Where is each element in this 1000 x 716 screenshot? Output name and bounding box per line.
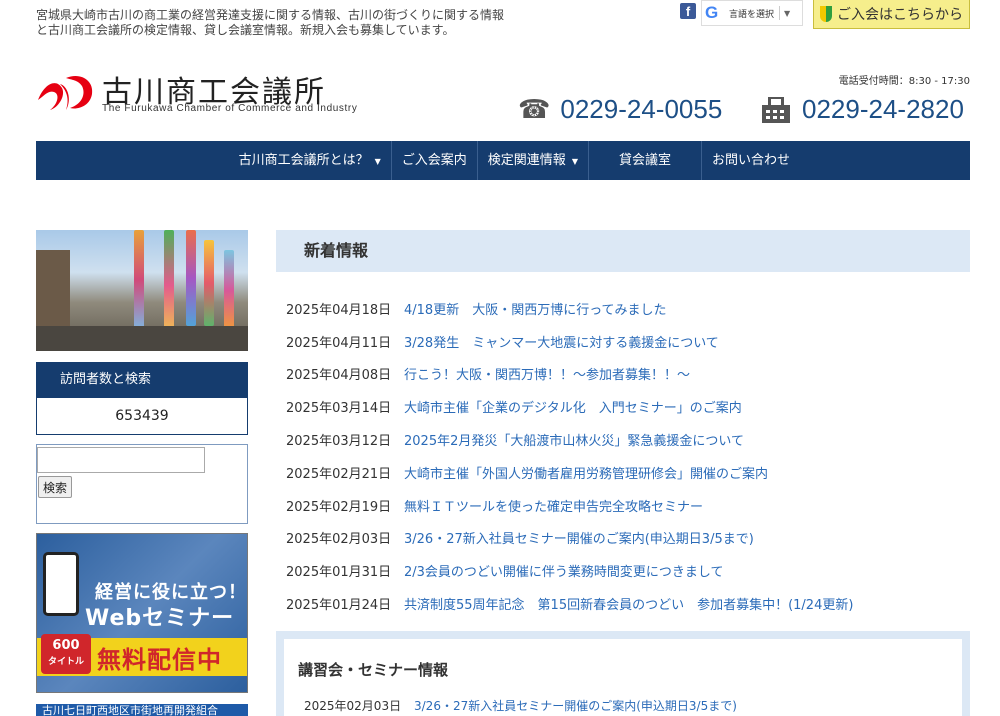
news-link[interactable]: 大崎市主催「企業のデジタル化 入門セミナー」のご案内 [404,397,742,416]
banner-line2: Webセミナー [85,606,235,631]
logo-english-name: The Furukawa Chamber of Commerce and Ind… [102,103,358,114]
seminar-date: 2025年02月03日 [304,699,402,713]
decoration [186,230,196,326]
nav-label: ご入会案内 [401,153,467,168]
nav-label: 貸会議室 [618,153,671,168]
banner-badge: 600 タイトル [41,634,91,674]
fax-icon [762,96,790,123]
search-input[interactable] [37,447,205,473]
news-section-title: 新着情報 [276,230,970,272]
phone-number-text: 0229-24-0055 [560,94,723,124]
list-item: 2025年03月14日 大崎市主催「企業のデジタル化 入門セミナー」のご案内 [286,390,966,423]
news-link[interactable]: 行こう！大阪・関西万博！！～参加者募集！！～ [404,364,690,383]
news-list: 2025年04月18日 4/18更新 大阪・関西万博に行ってみました 2025年0… [286,292,966,620]
chevron-down-icon: ▼ [571,157,578,166]
news-date: 2025年04月08日 [286,368,392,384]
logo-mark-icon [38,75,93,110]
telephone-icon: ☎ [518,94,551,124]
nav-item-contact[interactable]: お問い合わせ [702,141,800,180]
nav-label: 検定関連情報 [487,153,566,168]
visitor-count: 653439 [36,398,248,435]
seminar-section-title: 講習会・セミナー情報 [298,661,449,679]
list-item: 2025年04月11日 3/28発生 ミャンマー大地震に対する義援金について [286,325,966,358]
list-item: 2025年02月03日 3/26・27新入社員セミナー開催のご案内(申込期日3/5… [286,522,966,555]
news-link[interactable]: 2/3会員のつどい開催に伴う業務時間変更につきまして [404,561,724,580]
translate-label: 言語を選択 [729,9,775,20]
decoration [204,240,214,326]
search-button[interactable]: 検索 [38,476,73,498]
facebook-icon[interactable]: f [680,3,696,19]
google-translate-select[interactable]: G 言語を選択 ▼ [701,0,803,26]
seminar-link[interactable]: 3/26・27新入社員セミナー開催のご案内(申込期日3/5まで) [414,697,737,714]
nav-item-rooms[interactable]: 貸会議室 [589,141,702,180]
site-tagline: 宮城県大崎市古川の商工業の経営発達支援に関する情報、古川の街づくりに関する情報と… [36,8,505,37]
nav-item-exams[interactable]: 検定関連情報 ▼ [478,141,589,180]
badge-sub: タイトル [47,657,84,667]
list-item: 2025年02月03日 3/26・27新入社員セミナー開催のご案内(申込期日3/… [304,697,737,714]
beginner-mark-icon [820,6,832,22]
chevron-down-icon: ▼ [784,8,791,18]
decoration [164,230,174,340]
list-item: 2025年04月18日 4/18更新 大阪・関西万博に行ってみました [286,292,966,325]
main-nav: 古川商工会議所とは？ ▼ ご入会案内 検定関連情報 ▼ 貸会議室 お問い合わせ [36,141,970,180]
decoration [134,230,144,330]
news-date: 2025年04月11日 [286,335,392,351]
chevron-down-icon: ▼ [374,157,381,166]
news-date: 2025年02月03日 [286,532,392,548]
tanabata-festival-photo[interactable] [36,230,248,351]
list-item: 2025年01月24日 共済制度55周年記念 第15回新春会員のつどい 参加者募集… [286,587,966,620]
seminar-panel: 講習会・セミナー情報 2025年02月03日 3/26・27新入社員セミナー開催… [284,639,962,716]
news-date: 2025年03月12日 [286,434,392,450]
badge-number: 600 [52,638,80,653]
join-button[interactable]: ご入会はこちらから [813,0,970,29]
list-item: 2025年02月21日 大崎市主催「外国人労働者雇用労務管理研修会」開催のご案内 [286,456,966,489]
nav-label: お問い合わせ [711,153,790,168]
news-link[interactable]: 2025年2月発災「大船渡市山林火災」緊急義援金について [404,430,744,449]
google-icon: G [705,3,719,22]
news-link[interactable]: 大崎市主催「外国人労働者雇用労務管理研修会」開催のご案内 [404,463,768,482]
news-link[interactable]: 共済制度55周年記念 第15回新春会員のつどい 参加者募集中！(1/24更新) [404,594,853,613]
news-link[interactable]: 3/28発生 ミャンマー大地震に対する義援金について [404,332,719,351]
web-seminar-banner[interactable]: 経営に役に立つ！ Webセミナー 600 タイトル 無料配信中 [36,533,248,693]
fax-number-text: 0229-24-2820 [802,94,964,124]
banner-line3: 無料配信中 [97,646,222,674]
fax-number: 0229-24-2820 [760,94,964,125]
search-panel: 検索 [36,444,248,524]
nav-label: 古川商工会議所とは？ [238,153,369,168]
translate-divider [779,6,781,20]
news-link[interactable]: 4/18更新 大阪・関西万博に行ってみました [404,299,667,318]
visitor-panel-title: 訪問者数と検索 [36,362,248,398]
phone-number[interactable]: ☎ 0229-24-0055 [518,94,722,125]
smartphone-icon [43,552,79,616]
list-item: 2025年02月19日 無料ＩＴツールを使った確定申告完全攻略セミナー [286,489,966,522]
list-item: 2025年03月12日 2025年2月発災「大船渡市山林火災」緊急義援金について [286,423,966,456]
seminar-section: 講習会・セミナー情報 2025年02月03日 3/26・27新入社員セミナー開催… [276,631,970,716]
news-link[interactable]: 3/26・27新入社員セミナー開催のご案内(申込期日3/5まで) [404,528,754,547]
phone-hours: 電話受付時間：8:30 - 17:30 [838,76,970,87]
news-link[interactable]: 無料ＩＴツールを使った確定申告完全攻略セミナー [404,496,703,515]
news-date: 2025年01月24日 [286,598,392,614]
news-date: 2025年04月18日 [286,302,392,318]
news-date: 2025年02月19日 [286,499,392,515]
decoration [36,326,248,351]
nav-item-join[interactable]: ご入会案内 [392,141,478,180]
news-date: 2025年01月31日 [286,565,392,581]
decoration [224,250,234,330]
nav-item-about[interactable]: 古川商工会議所とは？ ▼ [229,141,392,180]
site-logo[interactable]: 古川商工会議所 The Furukawa Chamber of Commerce… [36,70,396,120]
news-date: 2025年02月21日 [286,466,392,482]
list-item: 2025年04月08日 行こう！大阪・関西万博！！～参加者募集！！～ [286,358,966,391]
list-item: 2025年01月31日 2/3会員のつどい開催に伴う業務時間変更につきまして [286,554,966,587]
redevelopment-banner[interactable]: 古川七日町西地区市街地再開発組合 [36,704,248,716]
join-button-label: ご入会はこちらから [837,7,963,23]
news-date: 2025年03月14日 [286,401,392,417]
